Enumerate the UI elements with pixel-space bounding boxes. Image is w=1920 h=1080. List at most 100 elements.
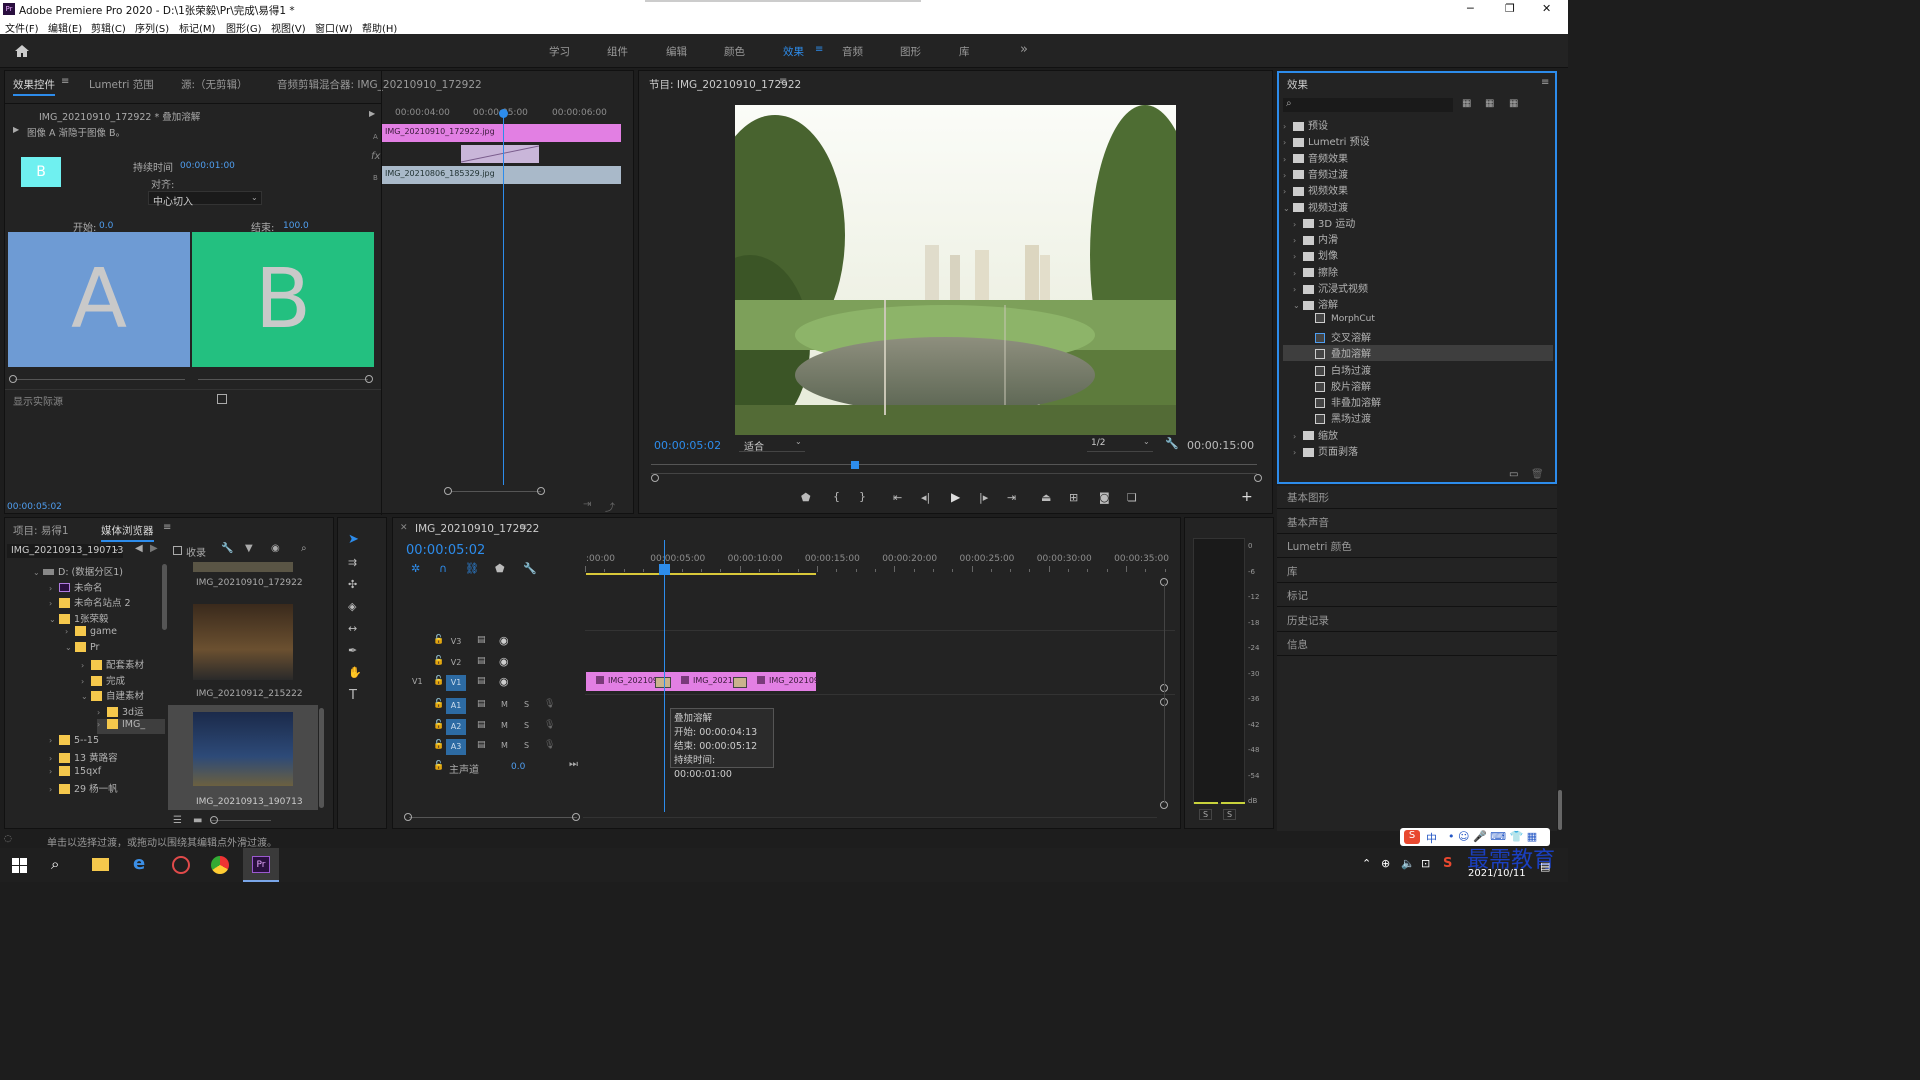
play-icon[interactable]: ▶: [951, 490, 960, 504]
lock-icon[interactable]: 🔓: [433, 740, 444, 750]
effect-item[interactable]: 白场过渡: [1283, 362, 1553, 378]
accelerated-effects-icon[interactable]: ▦: [1462, 98, 1471, 109]
menu-help[interactable]: 帮助(H): [362, 20, 397, 35]
tab-audio-clip-mixer[interactable]: 音频剪辑混合器: IMG_20210910_172922: [277, 77, 482, 92]
view-icon[interactable]: ◉: [271, 543, 280, 554]
effect-folder[interactable]: › 擦除: [1293, 264, 1553, 280]
hscroll-right-handle[interactable]: [572, 813, 580, 821]
add-marker-icon[interactable]: ⬟: [801, 491, 811, 504]
mute-button[interactable]: M: [501, 721, 508, 730]
transition-marker[interactable]: [733, 677, 747, 688]
chevron-right-icon[interactable]: ⌄: [49, 615, 59, 624]
lock-icon[interactable]: 🔓: [433, 761, 444, 771]
right-scrollbar[interactable]: [1558, 790, 1562, 830]
minimize-button[interactable]: ─: [1467, 2, 1474, 15]
file-tree-item[interactable]: › 13 黄路容: [49, 750, 165, 765]
effect-item[interactable]: 胶片溶解: [1283, 378, 1553, 394]
go-to-out-icon[interactable]: ⇥: [1007, 491, 1016, 504]
effect-item[interactable]: 叠加溶解: [1283, 345, 1553, 362]
side-panel-tab[interactable]: 标记: [1277, 584, 1557, 607]
lock-icon[interactable]: 🔓: [433, 656, 444, 666]
app-icon[interactable]: [172, 856, 190, 874]
sync-lock-icon[interactable]: ▤: [477, 656, 486, 666]
clip-label[interactable]: IMG_202109: [608, 676, 658, 685]
ime-mode[interactable]: 中: [1426, 830, 1437, 846]
effect-item[interactable]: 交叉溶解: [1283, 329, 1553, 345]
chevron-right-icon[interactable]: ⌄: [65, 643, 75, 652]
mark-out-icon[interactable]: }: [859, 490, 866, 503]
list-view-icon[interactable]: ☰: [173, 815, 182, 826]
side-panel-tab[interactable]: 基本声音: [1277, 511, 1557, 534]
ec-scroll-right-handle[interactable]: [537, 487, 545, 495]
thumb-scrollbar[interactable]: [319, 708, 324, 808]
solo-right-button[interactable]: S: [1223, 809, 1237, 820]
ec-transition-block[interactable]: [461, 145, 539, 163]
file-tree-item[interactable]: › 未命名站点 2: [49, 595, 165, 610]
extract-icon[interactable]: ⊞: [1069, 491, 1078, 504]
chevron-right-icon[interactable]: ›: [49, 736, 59, 745]
sync-lock-icon[interactable]: ▤: [477, 676, 486, 686]
sync-lock-icon[interactable]: ▤: [477, 720, 486, 730]
tab-source[interactable]: 源:（无剪辑）: [181, 77, 248, 92]
program-video-frame[interactable]: [735, 105, 1176, 435]
chevron-right-icon[interactable]: ›: [81, 661, 91, 670]
menu-window[interactable]: 窗口(W): [315, 20, 353, 35]
close-sequence-icon[interactable]: ✕: [400, 523, 408, 533]
tree-scrollbar[interactable]: [162, 564, 167, 630]
align-select[interactable]: 中心切入 ⌄: [148, 191, 262, 208]
duration-value[interactable]: 00:00:01:00: [180, 161, 235, 171]
add-button-icon[interactable]: +: [1241, 489, 1253, 505]
slip-tool-icon[interactable]: ↔: [348, 622, 357, 635]
effect-folder[interactable]: › 音频效果: [1283, 150, 1543, 166]
ec-timecode[interactable]: 00:00:05:02: [7, 502, 62, 512]
sequence-menu-icon[interactable]: ≡: [519, 522, 527, 533]
forward-icon[interactable]: ▶: [150, 543, 158, 554]
path-select[interactable]: IMG_20210913_190713 ⌄: [7, 544, 123, 558]
chevron-right-icon[interactable]: ›: [1293, 432, 1303, 441]
eye-icon[interactable]: ◉: [499, 675, 509, 688]
file-tree-item[interactable]: › 3d运: [97, 704, 165, 719]
chevron-right-icon[interactable]: ›: [1283, 187, 1293, 196]
menu-view[interactable]: 视图(V): [271, 20, 306, 35]
master-value[interactable]: 0.0: [511, 762, 525, 772]
selection-tool-icon[interactable]: ➤: [348, 532, 359, 547]
go-to-end-icon[interactable]: ⏭: [569, 759, 578, 770]
show-source-checkbox[interactable]: [217, 394, 227, 404]
tab-media-browser[interactable]: 媒体浏览器: [101, 523, 154, 542]
menu-clip[interactable]: 剪辑(C): [91, 20, 126, 35]
chevron-right-icon[interactable]: ›: [1293, 269, 1303, 278]
sogou-icon[interactable]: S: [1404, 830, 1420, 844]
file-tree-item[interactable]: › 完成: [81, 673, 165, 688]
mute-button[interactable]: M: [501, 741, 508, 750]
lift-icon[interactable]: ⏏: [1041, 491, 1051, 504]
pen-tool-icon[interactable]: ✒: [348, 644, 357, 657]
mark-in-icon[interactable]: {: [833, 490, 840, 503]
sogou-tray-icon[interactable]: S: [1443, 856, 1452, 871]
32bit-effects-icon[interactable]: ▦: [1485, 98, 1494, 109]
ec-playhead-handle[interactable]: [499, 109, 508, 118]
lock-icon[interactable]: 🔓: [433, 635, 444, 645]
chevron-right-icon[interactable]: ›: [1293, 285, 1303, 294]
effect-item[interactable]: 非叠加溶解: [1283, 394, 1553, 410]
program-zoom-right-handle[interactable]: [1254, 474, 1262, 482]
media-menu-icon[interactable]: ≡: [163, 522, 171, 533]
chevron-right-icon[interactable]: ›: [97, 720, 107, 729]
menu-graphics[interactable]: 图形(G): [226, 20, 262, 35]
quality-select[interactable]: 1/2 ⌄: [1087, 437, 1153, 452]
menu-file[interactable]: 文件(F): [5, 20, 39, 35]
transition-preview-thumb[interactable]: B: [21, 157, 61, 187]
volume-icon[interactable]: 🔈: [1401, 857, 1415, 870]
ec-scroll-left-handle[interactable]: [444, 487, 452, 495]
effect-item[interactable]: 黑场过渡: [1283, 410, 1553, 426]
track-target-a1[interactable]: A1: [446, 698, 466, 714]
chrome-icon[interactable]: [211, 856, 229, 874]
work-area-bar[interactable]: [586, 573, 816, 575]
tab-lumetri-scopes[interactable]: Lumetri 范围: [89, 77, 154, 92]
zoom-slider-handle[interactable]: [210, 816, 218, 824]
file-tree-item[interactable]: ⌄ 1张荣毅: [49, 611, 165, 626]
program-menu-icon[interactable]: ≡: [779, 76, 787, 87]
ripple-edit-tool-icon[interactable]: ✣: [348, 578, 357, 591]
solo-button[interactable]: S: [524, 721, 529, 730]
side-panel-tab[interactable]: 基本图形: [1277, 486, 1557, 509]
file-tree-item[interactable]: › 29 杨一帆: [49, 781, 165, 796]
